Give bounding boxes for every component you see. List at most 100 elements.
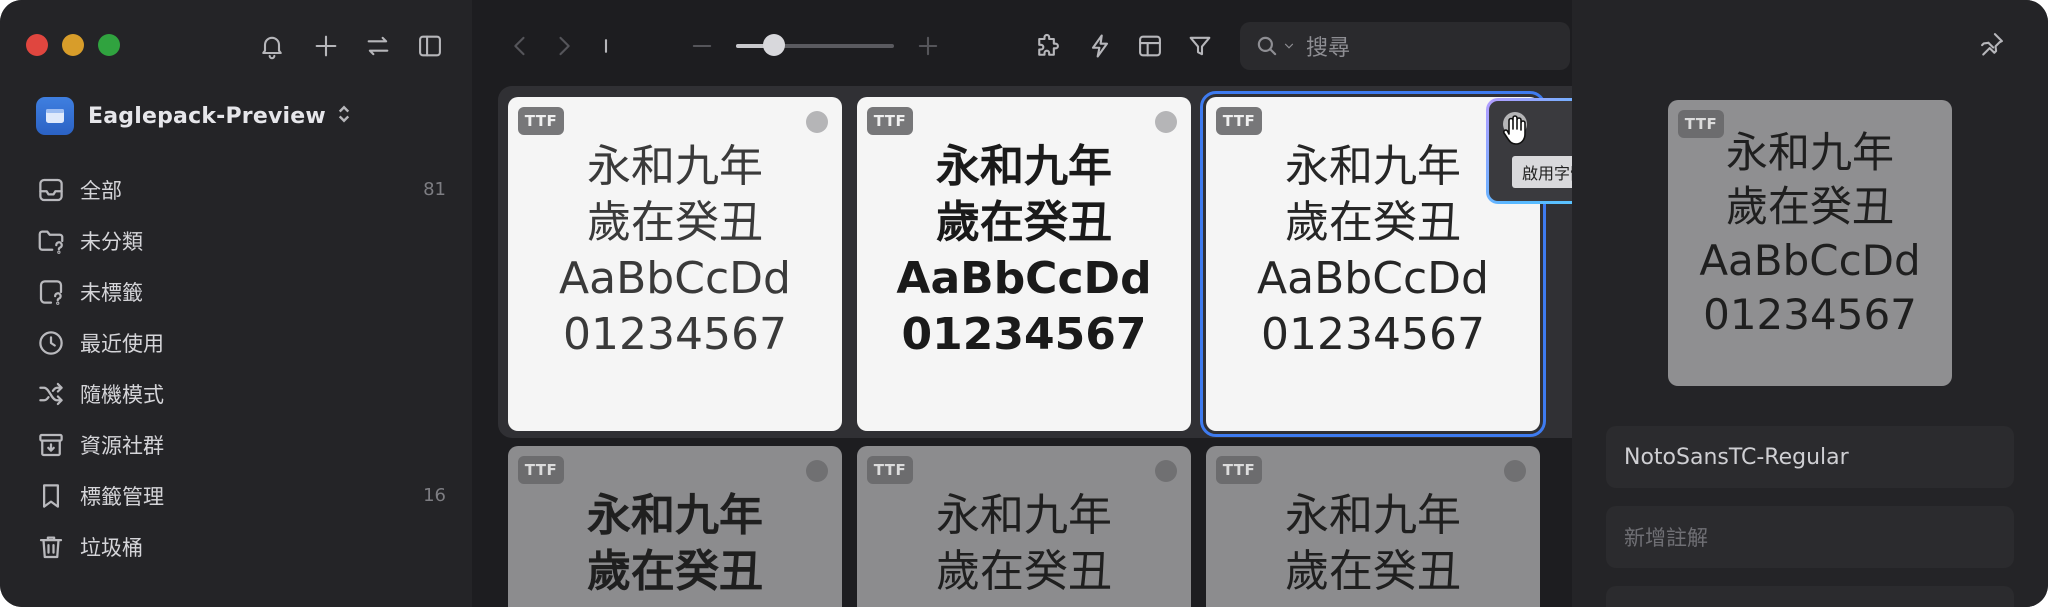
- format-badge: TTF: [518, 107, 564, 135]
- pin-icon[interactable]: [1978, 30, 2008, 60]
- puzzle-icon[interactable]: [1032, 30, 1064, 62]
- search-placeholder: 搜尋: [1306, 36, 1351, 61]
- sidebar-item-count: 81: [423, 179, 446, 200]
- sample-line: 歲在癸丑: [1725, 182, 1894, 231]
- minimize-window-button[interactable]: [62, 34, 84, 56]
- sidebar-item-recent[interactable]: 最近使用: [36, 317, 446, 368]
- activate-font-toggle[interactable]: [1155, 111, 1177, 133]
- font-card[interactable]: TTF 永和九年 歲在癸丑: [857, 446, 1191, 607]
- sample-line: 永和九年: [1725, 128, 1894, 177]
- sidebar-item-label: 垃圾桶: [80, 535, 143, 560]
- app-window: Eaglepack-Preview 全部 81 未分類 未標籤 最近使用 隨機模…: [0, 0, 2048, 607]
- chevron-down-icon: [1284, 43, 1294, 49]
- activate-font-toggle[interactable]: [806, 460, 828, 482]
- font-name: NotoSansTC-Regular: [1624, 444, 1849, 470]
- sample-line: AaBbCcDd: [1699, 236, 1921, 285]
- sample-line: 永和九年: [587, 141, 763, 192]
- sidebar-item-label: 最近使用: [80, 331, 164, 356]
- font-card[interactable]: TTF 永和九年 歲在癸丑 AaBbCcDd 01234567: [508, 97, 842, 431]
- sample-line: 永和九年: [936, 490, 1112, 541]
- annotation-field[interactable]: 新增註解: [1606, 506, 2014, 568]
- clock-icon: [39, 330, 63, 355]
- format-badge: TTF: [1216, 107, 1262, 135]
- format-badge: TTF: [518, 456, 564, 484]
- swap-icon[interactable]: [362, 30, 394, 62]
- zoom-in-icon[interactable]: [912, 30, 944, 62]
- sample-line: 歲在癸丑: [936, 546, 1112, 597]
- sidebar-item-untagged[interactable]: 未標籤: [36, 266, 446, 317]
- font-sample: 永和九年 歲在癸丑: [1206, 488, 1540, 600]
- sample-line: 歲在癸丑: [936, 197, 1112, 248]
- sidebar-item-label: 標籤管理: [80, 484, 164, 509]
- folder-question-icon: [38, 230, 64, 254]
- sample-line: 歲在癸丑: [1285, 197, 1461, 248]
- sample-line: AaBbCcDd: [559, 253, 791, 304]
- bookmark-icon: [43, 483, 59, 508]
- search-input[interactable]: 搜尋: [1240, 22, 1570, 70]
- sample-line: 永和九年: [1285, 490, 1461, 541]
- sidebar-item-label: 未標籤: [80, 280, 143, 305]
- trash-icon: [39, 536, 63, 558]
- font-sample: 永和九年 歲在癸丑 AaBbCcDd 01234567: [1668, 126, 1952, 342]
- format-badge: TTF: [867, 456, 913, 484]
- shuffle-icon: [39, 382, 63, 405]
- sample-line: 01234567: [1261, 309, 1485, 360]
- library-name: Eaglepack-Preview: [88, 103, 326, 129]
- sample-line: 永和九年: [936, 141, 1112, 192]
- library-icon: [36, 97, 74, 135]
- library-switcher[interactable]: Eaglepack-Preview: [36, 96, 352, 136]
- sidebar-item-count: 16: [423, 485, 446, 506]
- sidebar-item-random[interactable]: 隨機模式: [36, 368, 446, 419]
- sidebar-toggle-icon[interactable]: [414, 30, 446, 62]
- sidebar-item-label: 全部: [80, 178, 122, 203]
- plus-icon[interactable]: [310, 30, 342, 62]
- sidebar-item-label: 隨機模式: [80, 382, 164, 407]
- filter-icon[interactable]: [1184, 30, 1216, 62]
- inspector-panel: TTF 永和九年 歲在癸丑 AaBbCcDd 01234567 NotoSans…: [1572, 0, 2048, 607]
- next-field[interactable]: [1606, 586, 2014, 607]
- font-card[interactable]: TTF 永和九年 歲在癸丑 AaBbCcDd 01234567: [857, 97, 1191, 431]
- format-badge: TTF: [867, 107, 913, 135]
- font-sample: 永和九年 歲在癸丑 AaBbCcDd 01234567: [857, 139, 1191, 363]
- sample-line: 01234567: [563, 309, 787, 360]
- inbox-icon: [39, 178, 63, 201]
- bell-icon[interactable]: [256, 30, 288, 62]
- tag-question-icon: [39, 279, 63, 305]
- font-preview: TTF 永和九年 歲在癸丑 AaBbCcDd 01234567: [1668, 100, 1952, 386]
- sidebar-item-label: 資源社群: [80, 433, 164, 458]
- sample-line: 永和九年: [587, 490, 763, 541]
- font-card[interactable]: TTF 永和九年 歲在癸丑: [508, 446, 842, 607]
- sidebar-item-label: 未分類: [80, 229, 143, 254]
- sample-line: 01234567: [1703, 290, 1917, 339]
- zoom-window-button[interactable]: [98, 34, 120, 56]
- close-window-button[interactable]: [26, 34, 48, 56]
- activate-font-toggle[interactable]: [1504, 460, 1526, 482]
- sidebar-item-community[interactable]: 資源社群: [36, 419, 446, 470]
- layout-icon[interactable]: [1134, 30, 1166, 62]
- annotation-placeholder: 新增註解: [1624, 526, 1708, 550]
- sidebar-item-all[interactable]: 全部 81: [36, 164, 446, 215]
- flash-icon[interactable]: [1084, 30, 1116, 62]
- sidebar-item-uncategorized[interactable]: 未分類: [36, 215, 446, 266]
- archive-icon: [39, 433, 63, 456]
- zoom-slider-knob[interactable]: [762, 34, 785, 56]
- activate-font-toggle[interactable]: [1155, 460, 1177, 482]
- activate-font-toggle[interactable]: [806, 111, 828, 133]
- forward-icon[interactable]: [548, 30, 580, 62]
- sample-line: 歲在癸丑: [587, 197, 763, 248]
- sample-line: AaBbCcDd: [1257, 253, 1489, 304]
- toolbar: 搜尋: [472, 0, 1572, 90]
- sample-line: 歲在癸丑: [1285, 546, 1461, 597]
- sidebar-item-tag-manager[interactable]: 標籤管理 16: [36, 470, 446, 521]
- sidebar-item-trash[interactable]: 垃圾桶: [36, 521, 446, 572]
- font-sample: 永和九年 歲在癸丑 AaBbCcDd 01234567: [508, 139, 842, 363]
- font-card[interactable]: TTF 永和九年 歲在癸丑: [1206, 446, 1540, 607]
- sample-line: AaBbCcDd: [896, 253, 1152, 304]
- divider-icon: [590, 30, 622, 62]
- zoom-out-icon[interactable]: [686, 30, 718, 62]
- zoom-slider-track[interactable]: [736, 44, 894, 48]
- font-name-field[interactable]: NotoSansTC-Regular: [1606, 426, 2014, 488]
- hand-cursor-icon: [1503, 115, 1526, 145]
- font-sample: 永和九年 歲在癸丑: [857, 488, 1191, 600]
- back-icon[interactable]: [504, 30, 536, 62]
